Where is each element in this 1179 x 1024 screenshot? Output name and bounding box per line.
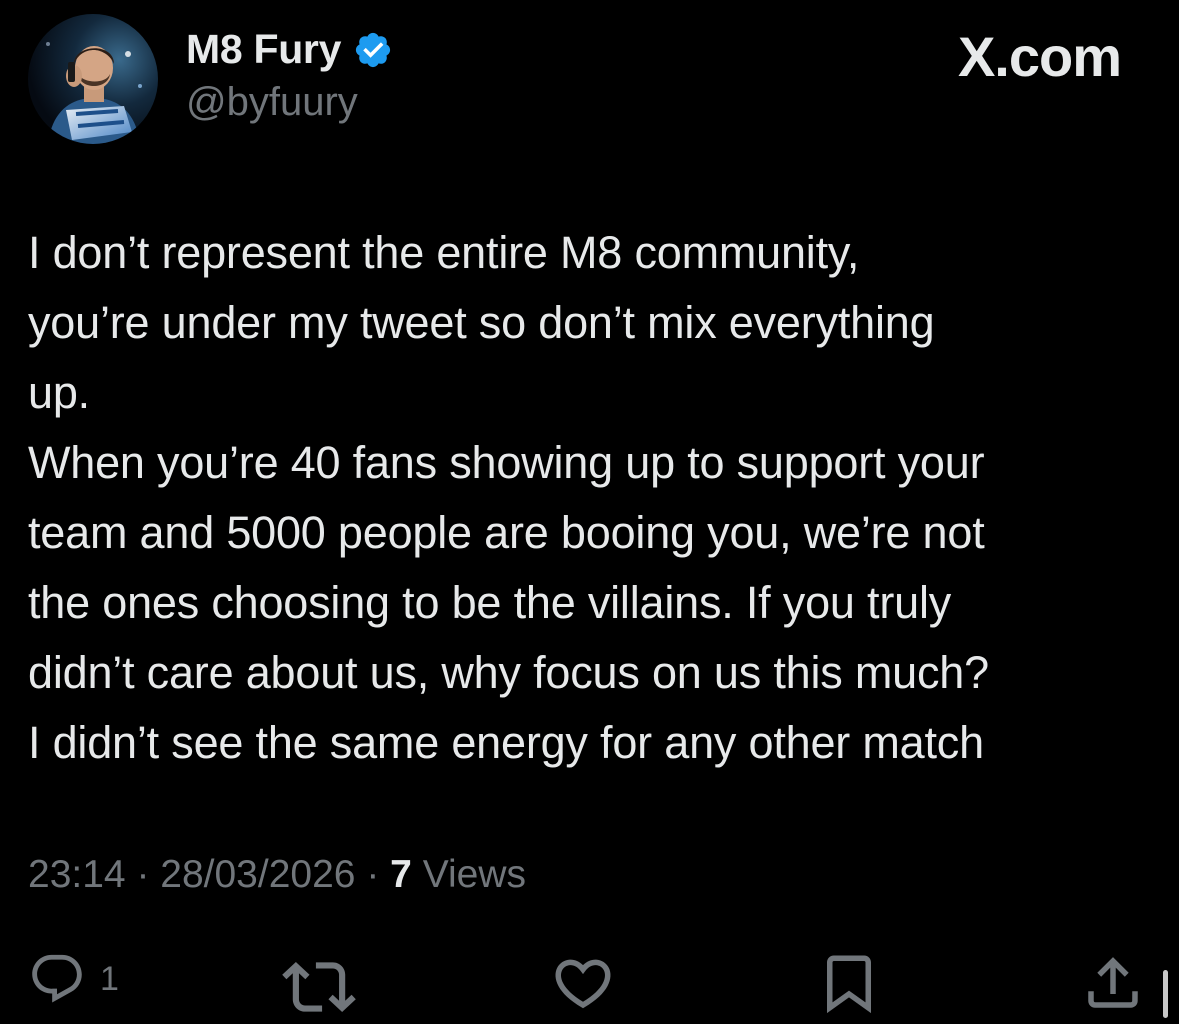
tweet-text: I don’t represent the entire M8 communit…	[28, 227, 989, 768]
like-button[interactable]	[550, 950, 616, 1016]
meta-separator: ·	[125, 853, 161, 896]
views-count[interactable]: 7	[390, 853, 412, 896]
retweet-icon	[282, 961, 356, 1013]
views-label: Views	[411, 853, 527, 896]
author-handle[interactable]: @byfuury	[186, 80, 358, 125]
tweet-date[interactable]: 28/03/2026	[160, 853, 355, 896]
share-icon	[1088, 957, 1138, 1008]
reply-button[interactable]: 1	[28, 950, 119, 1008]
tweet-meta: 23:14 · 28/03/2026 · 7 Views	[28, 853, 526, 897]
author-name-row[interactable]: M8 Fury	[186, 26, 393, 73]
display-name[interactable]: M8 Fury	[186, 26, 341, 73]
scrollbar[interactable]	[1163, 970, 1168, 1018]
meta-separator: ·	[355, 853, 391, 896]
share-button[interactable]	[1080, 950, 1146, 1016]
verified-badge-icon	[353, 30, 393, 70]
reply-icon	[32, 954, 82, 1003]
action-bar: 1	[0, 940, 1179, 1018]
brand-watermark: X.com	[957, 25, 1122, 88]
like-icon	[555, 959, 611, 1009]
tweet-time[interactable]: 23:14	[28, 853, 126, 896]
reply-count: 1	[100, 959, 119, 998]
user-avatar-icon	[28, 14, 158, 144]
bookmark-icon	[827, 955, 871, 1014]
bookmark-button[interactable]	[816, 950, 882, 1016]
avatar[interactable]	[28, 14, 158, 144]
retweet-button[interactable]	[282, 950, 356, 1024]
